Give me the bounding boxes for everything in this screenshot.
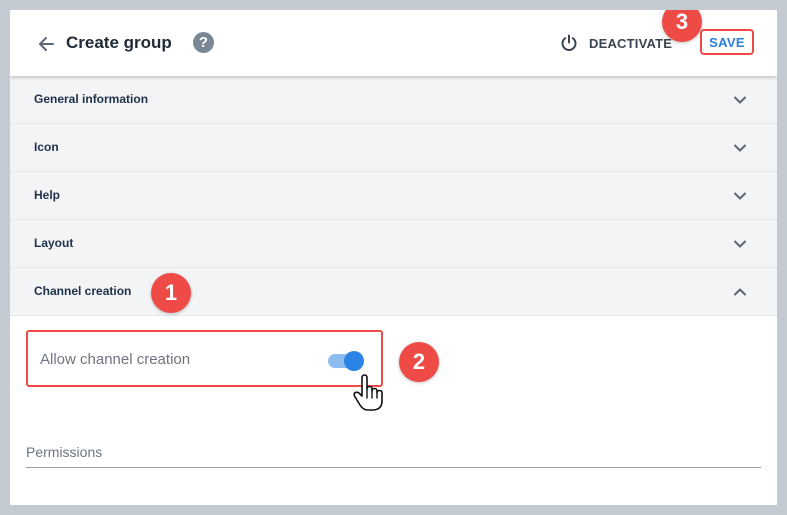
deactivate-button[interactable]: DEACTIVATE	[560, 31, 672, 55]
allow-channel-creation-toggle[interactable]	[328, 349, 366, 371]
back-arrow-icon[interactable]	[36, 34, 56, 54]
allow-channel-creation-row: Allow channel creation	[26, 330, 383, 387]
permissions-label: Permissions	[26, 444, 103, 460]
toggle-thumb	[344, 351, 364, 371]
page-title: Create group	[66, 33, 172, 52]
allow-channel-creation-label: Allow channel creation	[40, 351, 191, 368]
section-channel-creation[interactable]: Channel creation	[10, 268, 777, 316]
chevron-up-icon	[734, 288, 746, 296]
section-label: Help	[34, 188, 61, 202]
hand-cursor-icon	[353, 374, 383, 411]
step-badge-2: 2	[399, 342, 439, 382]
chevron-down-icon	[734, 144, 746, 152]
save-button[interactable]: SAVE	[700, 29, 754, 55]
permissions-field[interactable]: Permissions	[26, 443, 761, 468]
section-label: Layout	[34, 236, 74, 250]
section-general-information[interactable]: General information	[10, 76, 777, 124]
section-help[interactable]: Help	[10, 172, 777, 220]
section-label: Icon	[34, 140, 59, 154]
section-label: General information	[34, 92, 149, 106]
power-icon	[561, 34, 577, 51]
chevron-down-icon	[734, 96, 746, 104]
chevron-down-icon	[734, 192, 746, 200]
deactivate-label: DEACTIVATE	[589, 35, 673, 51]
section-label: Channel creation	[34, 284, 132, 298]
create-group-panel: Create group ? DEACTIVATE SAVE General i…	[10, 10, 777, 505]
section-layout[interactable]: Layout	[10, 220, 777, 268]
section-icon[interactable]: Icon	[10, 124, 777, 172]
help-icon[interactable]: ?	[193, 32, 214, 53]
chevron-down-icon	[734, 240, 746, 248]
step-badge-1: 1	[151, 273, 191, 313]
